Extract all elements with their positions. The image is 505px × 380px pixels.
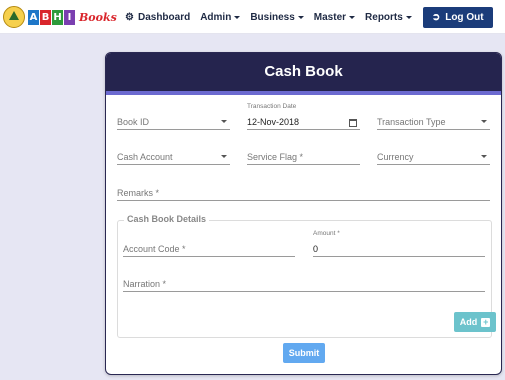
nav-admin-label: Admin xyxy=(200,11,232,23)
narration-field[interactable]: Narration * xyxy=(123,277,485,292)
transaction-type-select[interactable]: Transaction Type xyxy=(377,115,490,130)
chevron-down-icon xyxy=(234,15,241,19)
amount-field[interactable]: Amount * 0 xyxy=(313,230,485,257)
cash-account-label: Cash Account xyxy=(117,152,173,162)
chevron-down-icon xyxy=(481,120,487,123)
book-id-select[interactable]: Book ID xyxy=(117,115,230,130)
cash-book-card: Cash Book Book ID Transaction Date 12-No… xyxy=(105,52,502,375)
chevron-down-icon xyxy=(221,155,227,158)
nav-business-label: Business xyxy=(250,11,295,23)
nav-master-label: Master xyxy=(313,11,347,23)
chevron-down-icon xyxy=(481,155,487,158)
transaction-date-label: Transaction Date xyxy=(247,103,297,110)
remarks-field[interactable]: Remarks * xyxy=(117,186,490,201)
cash-book-details-legend: Cash Book Details xyxy=(124,214,210,224)
plus-icon: + xyxy=(481,316,491,327)
logout-label: Log Out xyxy=(445,11,484,23)
dashboard-icon: ⚙ xyxy=(125,11,134,23)
calendar-icon[interactable] xyxy=(349,119,357,127)
transaction-type-label: Transaction Type xyxy=(377,117,446,127)
nav-dashboard[interactable]: ⚙ Dashboard xyxy=(125,12,190,23)
nav-reports-label: Reports xyxy=(365,11,403,23)
chevron-down-icon xyxy=(349,15,356,19)
chevron-down-icon xyxy=(221,120,227,123)
cash-book-details-fieldset: Cash Book Details Account Code * Amount … xyxy=(117,214,496,338)
logo-letter: B xyxy=(40,9,51,25)
logo-emblem-icon xyxy=(3,6,25,28)
logo-suffix: Books xyxy=(79,10,117,24)
nav-admin[interactable]: Admin xyxy=(200,11,241,23)
transaction-date-value: 12-Nov-2018 xyxy=(247,117,300,127)
remarks-label: Remarks * xyxy=(117,188,160,198)
amount-value: 0 xyxy=(313,244,319,254)
logout-button[interactable]: ➲ Log Out xyxy=(422,6,493,28)
logo-letter: H xyxy=(52,9,63,25)
book-id-label: Book ID xyxy=(117,117,150,127)
add-button[interactable]: Add + xyxy=(454,312,496,332)
main-nav: ⚙ Dashboard Admin Business Master Report… xyxy=(125,0,493,34)
currency-label: Currency xyxy=(377,152,414,162)
service-flag-field[interactable]: Service Flag * xyxy=(247,150,360,165)
card-title: Cash Book xyxy=(106,53,501,91)
narration-label: Narration * xyxy=(123,279,167,289)
logo-letters: A B H I xyxy=(28,9,76,25)
amount-label: Amount * xyxy=(313,230,340,237)
nav-reports[interactable]: Reports xyxy=(365,12,412,23)
app-logo[interactable]: A B H I Books xyxy=(3,4,117,30)
chevron-down-icon xyxy=(297,15,304,19)
logo-letter: A xyxy=(28,9,39,25)
transaction-date-field[interactable]: Transaction Date 12-Nov-2018 xyxy=(247,103,360,130)
chevron-down-icon xyxy=(405,15,412,19)
service-flag-label: Service Flag * xyxy=(247,152,304,162)
top-navbar: A B H I Books ⚙ Dashboard Admin Business… xyxy=(0,0,505,34)
account-code-label: Account Code * xyxy=(123,244,186,254)
cash-account-select[interactable]: Cash Account xyxy=(117,150,230,165)
nav-dashboard-label: Dashboard xyxy=(137,11,191,23)
submit-label: Submit xyxy=(288,348,320,358)
nav-business[interactable]: Business xyxy=(250,11,304,23)
logout-icon: ➲ xyxy=(431,11,441,23)
card-accent-bar xyxy=(106,91,501,95)
nav-master[interactable]: Master xyxy=(313,11,356,23)
logo-letter: I xyxy=(64,9,75,25)
submit-button[interactable]: Submit xyxy=(283,343,325,363)
account-code-field[interactable]: Account Code * xyxy=(123,242,295,257)
currency-select[interactable]: Currency xyxy=(377,150,490,165)
add-button-label: Add xyxy=(459,317,478,327)
